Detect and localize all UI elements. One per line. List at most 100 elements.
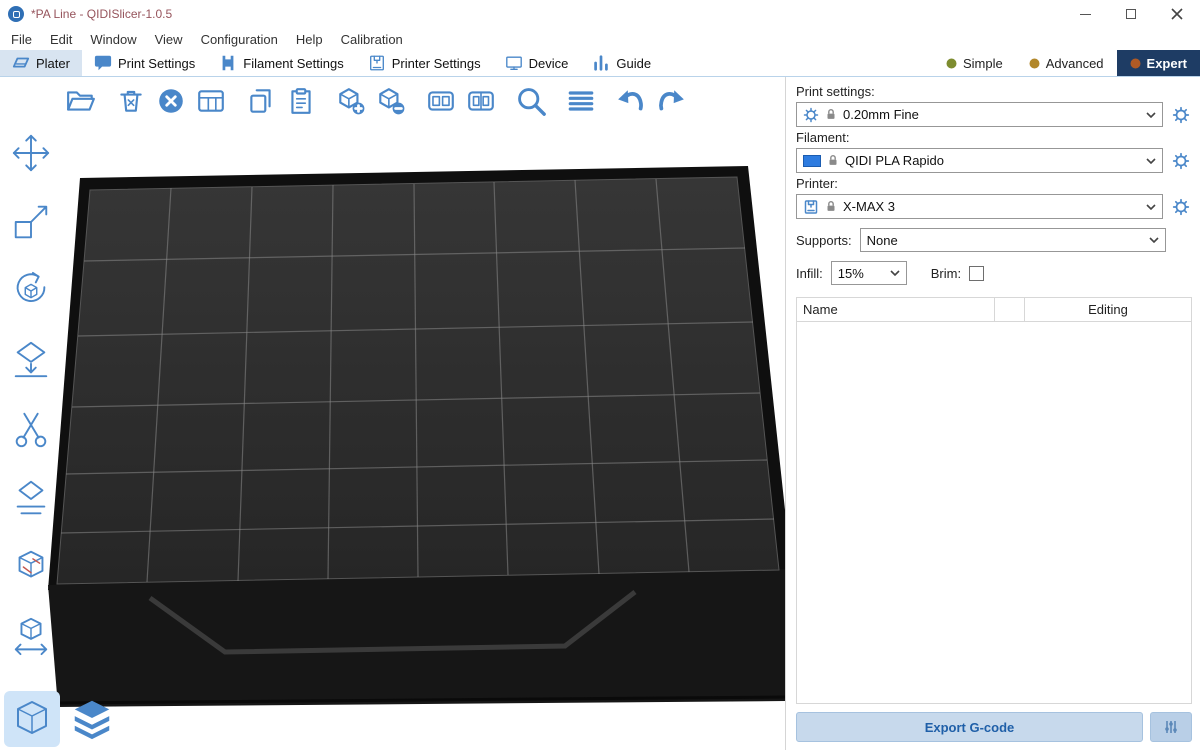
undo-button[interactable] — [614, 84, 648, 118]
maximize-button[interactable] — [1108, 0, 1154, 28]
rotate-tool-button[interactable] — [2, 267, 60, 315]
filament-value: QIDI PLA Rapido — [845, 153, 1141, 168]
close-icon — [1171, 8, 1183, 20]
export-row: Export G-code — [796, 712, 1192, 742]
move-icon — [10, 132, 52, 174]
chevron-down-icon — [1146, 204, 1156, 210]
tab-guide[interactable]: Guide — [580, 50, 663, 76]
split-objects-icon — [426, 86, 456, 116]
delete-all-icon — [156, 86, 186, 116]
add-instance-button[interactable] — [334, 84, 368, 118]
export-gcode-button[interactable]: Export G-code — [796, 712, 1143, 742]
remove-instance-button[interactable] — [374, 84, 408, 118]
menu-file[interactable]: File — [2, 32, 41, 47]
paste-button[interactable] — [284, 84, 318, 118]
measure-tool-button[interactable] — [2, 612, 60, 660]
infill-select[interactable]: 15% — [831, 261, 907, 285]
filament-color-swatch — [803, 155, 821, 167]
printer-select[interactable]: X-MAX 3 — [796, 194, 1163, 219]
filament-settings-icon — [219, 54, 237, 72]
mode-simple[interactable]: Simple — [933, 50, 1016, 76]
gear-icon — [1172, 198, 1190, 216]
lock-icon — [824, 107, 838, 122]
seam-tool-button[interactable] — [2, 543, 60, 591]
variable-layer-height-button[interactable] — [564, 84, 598, 118]
print-settings-select[interactable]: 0.20mm Fine — [796, 102, 1163, 127]
split-objects-button[interactable] — [424, 84, 458, 118]
menu-window[interactable]: Window — [81, 32, 145, 47]
import-button[interactable] — [64, 84, 98, 118]
folder-open-icon — [66, 86, 96, 116]
print-settings-gear-button[interactable] — [1170, 104, 1192, 126]
object-list[interactable]: Name Editing — [796, 297, 1192, 704]
minimize-button[interactable] — [1062, 0, 1108, 28]
tab-plater[interactable]: Plater — [0, 50, 82, 76]
mode-label: Simple — [963, 56, 1003, 71]
tab-label: Device — [529, 56, 569, 71]
tab-print-settings[interactable]: Print Settings — [82, 50, 207, 76]
split-parts-button[interactable] — [464, 84, 498, 118]
preview-layers-icon — [69, 696, 115, 742]
column-name: Name — [797, 298, 995, 321]
delete-button[interactable] — [114, 84, 148, 118]
sidebar: Print settings: 0.20mm Fine — [786, 77, 1200, 750]
menu-view[interactable]: View — [146, 32, 192, 47]
tab-device[interactable]: Device — [493, 50, 581, 76]
brim-checkbox[interactable] — [969, 266, 984, 281]
tab-printer-settings[interactable]: Printer Settings — [356, 50, 493, 76]
add-instance-icon — [336, 86, 366, 116]
scale-icon — [10, 201, 52, 243]
menu-help[interactable]: Help — [287, 32, 332, 47]
guide-icon — [592, 54, 610, 72]
scale-tool-button[interactable] — [2, 198, 60, 246]
seam-icon — [10, 546, 52, 588]
place-on-face-icon — [10, 339, 52, 381]
chevron-down-icon — [1149, 237, 1159, 243]
top-toolbar — [64, 84, 704, 118]
advanced-mode-dot — [1029, 58, 1040, 69]
gear-icon — [1172, 106, 1190, 124]
arrange-icon — [196, 86, 226, 116]
object-list-body[interactable] — [797, 322, 1191, 703]
filament-select[interactable]: QIDI PLA Rapido — [796, 148, 1163, 173]
simple-mode-dot — [946, 58, 957, 69]
lock-icon — [826, 153, 840, 168]
printer-gear-button[interactable] — [1170, 196, 1192, 218]
3d-viewport[interactable] — [0, 77, 786, 750]
cut-tool-button[interactable] — [2, 405, 60, 453]
paste-icon — [286, 86, 316, 116]
tab-filament-settings[interactable]: Filament Settings — [207, 50, 355, 76]
tab-label: Filament Settings — [243, 56, 343, 71]
tab-label: Guide — [616, 56, 651, 71]
editor-view-toggle[interactable] — [4, 691, 60, 747]
supports-label: Supports: — [796, 233, 852, 248]
printer-settings-icon — [368, 54, 386, 72]
redo-button[interactable] — [654, 84, 688, 118]
filament-gear-button[interactable] — [1170, 150, 1192, 172]
preview-toggle[interactable] — [64, 691, 120, 747]
supports-select[interactable]: None — [860, 228, 1166, 252]
menu-calibration[interactable]: Calibration — [332, 32, 412, 47]
close-button[interactable] — [1154, 0, 1200, 28]
qidislicer-window: *PA Line - QIDISlicer-1.0.5 File Edit Wi… — [0, 0, 1200, 750]
move-tool-button[interactable] — [2, 129, 60, 177]
delete-all-button[interactable] — [154, 84, 188, 118]
app-icon — [8, 6, 24, 22]
main-content: Print settings: 0.20mm Fine — [0, 77, 1200, 750]
redo-icon — [656, 86, 686, 116]
copy-icon — [246, 86, 276, 116]
mode-advanced[interactable]: Advanced — [1016, 50, 1117, 76]
print-settings-value: 0.20mm Fine — [843, 107, 1141, 122]
undo-icon — [616, 86, 646, 116]
search-button[interactable] — [514, 84, 548, 118]
copy-button[interactable] — [244, 84, 278, 118]
menu-edit[interactable]: Edit — [41, 32, 81, 47]
menu-configuration[interactable]: Configuration — [192, 32, 287, 47]
export-options-button[interactable] — [1150, 712, 1192, 742]
arrange-button[interactable] — [194, 84, 228, 118]
paint-support-tool-button[interactable] — [2, 474, 60, 522]
minimize-icon — [1080, 14, 1091, 15]
place-on-face-tool-button[interactable] — [2, 336, 60, 384]
printer-icon — [803, 199, 819, 215]
mode-expert[interactable]: Expert — [1117, 50, 1200, 76]
